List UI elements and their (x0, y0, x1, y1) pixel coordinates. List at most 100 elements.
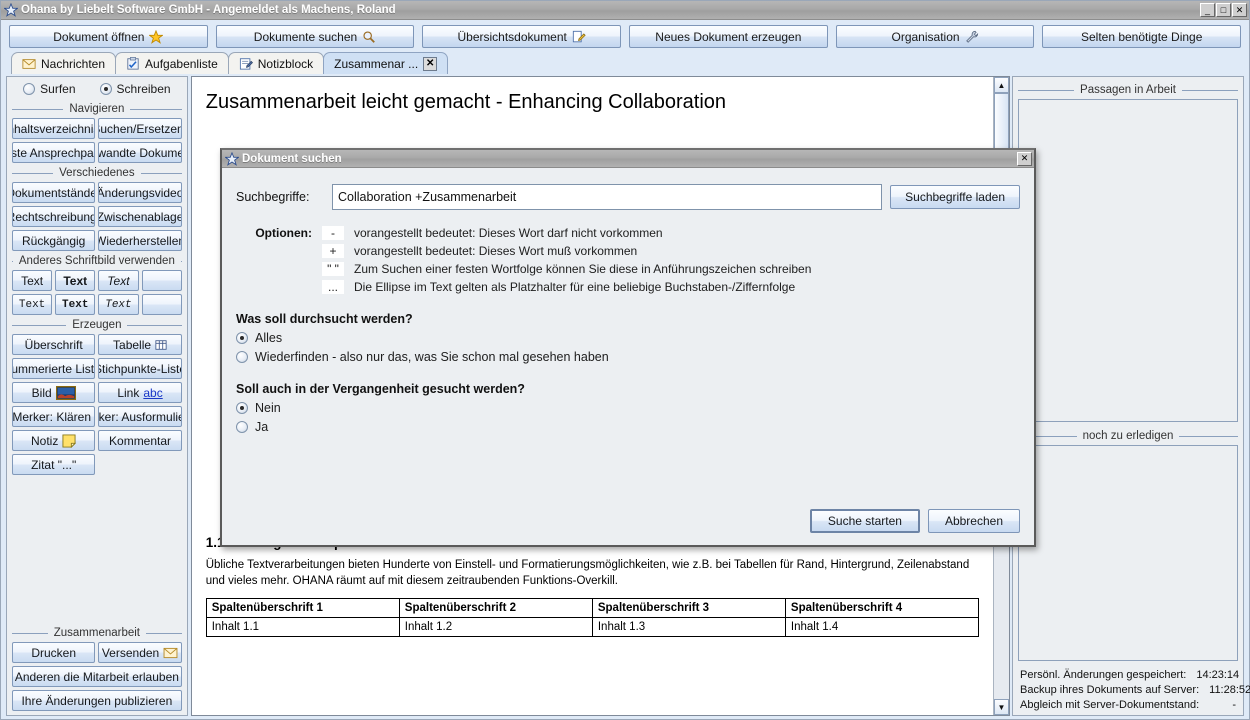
table-header-cell: Spaltenüberschrift 4 (785, 599, 978, 618)
start-search-button[interactable]: Suche starten (810, 509, 920, 533)
document-table: Spaltenüberschrift 1 Spaltenüberschrift … (206, 598, 979, 637)
cancel-button[interactable]: Abbrechen (928, 509, 1020, 533)
scope-option-alles[interactable]: Alles (236, 331, 1020, 345)
mode-radio-group: Surfen Schreiben (12, 80, 182, 99)
toolbar-button-selten-benoetigte-dinge[interactable]: Selten benötigte Dinge (1042, 25, 1241, 48)
sidebar-button-label: Link (117, 386, 139, 400)
sidebar-button-merker-ausformulieren[interactable]: Merker: Ausformulieren (98, 406, 181, 427)
dialog-close-button[interactable]: ✕ (1017, 152, 1032, 166)
sidebar-button-ueberschrift[interactable]: Überschrift (12, 334, 95, 355)
font-button-mono-italic[interactable]: Text (98, 294, 138, 315)
font-button-mono-regular[interactable]: Text (12, 294, 52, 315)
sidebar-button-inhaltsverzeichnis[interactable]: Inhaltsverzeichnis (12, 118, 95, 139)
sidebar-button-rueckgaengig[interactable]: Rückgängig (12, 230, 95, 251)
sidebar-button-zitat[interactable]: Zitat "..." (12, 454, 95, 475)
sidebar-button-link[interactable]: Link abc (98, 382, 181, 403)
star-icon (4, 3, 18, 17)
font-button-sans-regular[interactable]: Text (12, 270, 52, 291)
option-text: vorangestellt bedeutet: Dieses Wort muß … (354, 244, 637, 258)
history-option-ja[interactable]: Ja (236, 420, 1020, 434)
font-button-sans-bold[interactable]: Text (55, 270, 95, 291)
tab-notizblock[interactable]: Notizblock (228, 52, 324, 74)
font-button-sans-extra[interactable] (142, 270, 182, 291)
scope-option-wiederfinden[interactable]: Wiederfinden - also nur das, was Sie sch… (236, 350, 1020, 364)
dialog-body: Suchbegriffe: Collaboration +Zusammenarb… (222, 168, 1034, 545)
table-header-cell: Spaltenüberschrift 1 (206, 599, 399, 618)
toolbar-button-organisation[interactable]: Organisation (836, 25, 1035, 48)
table-cell: Inhalt 1.1 (206, 618, 399, 637)
dialog-actions: Suche starten Abbrechen (810, 509, 1020, 533)
sidebar-button-notiz[interactable]: Notiz (12, 430, 95, 451)
mode-option-surfen[interactable]: Surfen (23, 82, 75, 96)
search-field-label: Suchbegriffe: (236, 190, 324, 204)
sidebar-button-bild[interactable]: Bild (12, 382, 95, 403)
image-icon (56, 386, 76, 400)
sidebar-button-versenden[interactable]: Versenden (98, 642, 181, 663)
option-text: vorangestellt bedeutet: Dieses Wort darf… (354, 226, 663, 240)
window-controls: _ □ ✕ (1200, 3, 1247, 17)
status-label: Abgleich mit Server-Dokumentstand: (1020, 699, 1199, 711)
sidebar-button-wiederherstellen[interactable]: Wiederherstellen (98, 230, 181, 251)
sidebar-group-zusammenarbeit: Drucken Versenden Anderen die Mitarbeit … (12, 642, 182, 711)
sidebar-spacer (12, 475, 182, 623)
sidebar-button-zwischenablage[interactable]: Zwischenablage (98, 206, 181, 227)
font-button-mono-bold[interactable]: Text (55, 294, 95, 315)
sidebar-button-stichpunkte-liste[interactable]: Stichpunkte-Liste (98, 358, 181, 379)
table-row: Inhalt 1.1 Inhalt 1.2 Inhalt 1.3 Inhalt … (206, 618, 978, 637)
minimize-button[interactable]: _ (1200, 3, 1215, 17)
envelope-icon (22, 58, 36, 70)
toolbar-button-dokumente-suchen[interactable]: Dokumente suchen (216, 25, 415, 48)
toolbar-button-dokument-oeffnen[interactable]: Dokument öffnen (9, 25, 208, 48)
toolbar-button-label: Dokument öffnen (53, 30, 144, 44)
scroll-up-icon[interactable]: ▲ (994, 77, 1009, 93)
sidebar-button-mitarbeit-erlauben[interactable]: Anderen die Mitarbeit erlauben (12, 666, 182, 687)
status-value: - (1222, 699, 1236, 711)
panel-passagen-in-arbeit[interactable] (1018, 99, 1238, 422)
radio-icon (236, 332, 248, 344)
history-option-label: Ja (255, 420, 268, 434)
tab-zusammenarbeit[interactable]: Zusammenar ... ✕ (323, 52, 448, 74)
sidebar-button-kommentar[interactable]: Kommentar (98, 430, 181, 451)
load-search-terms-button[interactable]: Suchbegriffe laden (890, 185, 1020, 209)
sidebar-button-dokumentstaende[interactable]: Dokumentstände (12, 182, 95, 203)
toolbar-button-neues-dokument-erzeugen[interactable]: Neues Dokument erzeugen (629, 25, 828, 48)
close-button[interactable]: ✕ (1232, 3, 1247, 17)
tab-close-icon[interactable]: ✕ (423, 57, 437, 71)
table-header-cell: Spaltenüberschrift 3 (592, 599, 785, 618)
search-options-help: Optionen: - vorangestellt bedeutet: Dies… (236, 226, 1020, 294)
scroll-down-icon[interactable]: ▼ (994, 699, 1009, 715)
sidebar-group-title-schriftbild: Anderes Schriftbild verwenden (12, 255, 182, 267)
sidebar-button-merker-klaeren[interactable]: Merker: Klären (12, 406, 95, 427)
toolbar-button-uebersichtsdokument[interactable]: Übersichtsdokument (422, 25, 621, 48)
sidebar-button-rechtschreibung[interactable]: Rechtschreibung ABC (12, 206, 95, 227)
tab-aufgabenliste[interactable]: Aufgabenliste (115, 52, 229, 74)
sidebar-button-nummerierte-liste[interactable]: Nummerierte Liste 1 2 (12, 358, 95, 379)
sidebar-button-label: Suchen/Ersetzen (98, 122, 181, 136)
font-button-sans-italic[interactable]: Text (98, 270, 138, 291)
option-row-ellipsis: ... Die Ellipse im Text gelten als Platz… (236, 280, 1020, 294)
tab-nachrichten[interactable]: Nachrichten (11, 52, 116, 74)
sidebar-button-tabelle[interactable]: Tabelle (98, 334, 181, 355)
search-input[interactable]: Collaboration +Zusammenarbeit (332, 184, 882, 210)
application-window: Ohana by Liebelt Software GmbH - Angemel… (0, 0, 1250, 720)
sidebar-button-aenderungsvideo[interactable]: Änderungsvideo (98, 182, 181, 203)
scrollbar-thumb[interactable] (994, 93, 1009, 149)
mode-option-schreiben[interactable]: Schreiben (100, 82, 171, 96)
maximize-button[interactable]: □ (1216, 3, 1231, 17)
panel-noch-zu-erledigen[interactable] (1018, 445, 1238, 661)
sidebar-group-erzeugen: Überschrift Tabelle Nummerierte Liste 1 … (12, 334, 182, 475)
sidebar-button-beste-ansprechpartner[interactable]: Beste Ansprechpartn. (12, 142, 95, 163)
radio-icon (100, 83, 112, 95)
font-button-mono-extra[interactable] (142, 294, 182, 315)
sidebar-button-aenderungen-publizieren[interactable]: Ihre Änderungen publizieren (12, 690, 182, 711)
history-option-nein[interactable]: Nein (236, 401, 1020, 415)
sidebar-button-label: Stichpunkte-Liste (98, 362, 181, 376)
sidebar-button-verwandte-dokumente[interactable]: Verwandte Dokumente (98, 142, 181, 163)
star-icon (149, 30, 163, 44)
sidebar-button-drucken[interactable]: Drucken (12, 642, 95, 663)
sidebar-button-suchen-ersetzen[interactable]: Suchen/Ersetzen (98, 118, 181, 139)
status-row: Persönl. Änderungen gespeichert: 14:23:1… (1018, 667, 1238, 682)
sidebar-button-label: Anderen die Mitarbeit erlauben (15, 670, 179, 684)
radio-icon (236, 421, 248, 433)
sidebar-button-label: Dokumentstände (12, 186, 95, 200)
